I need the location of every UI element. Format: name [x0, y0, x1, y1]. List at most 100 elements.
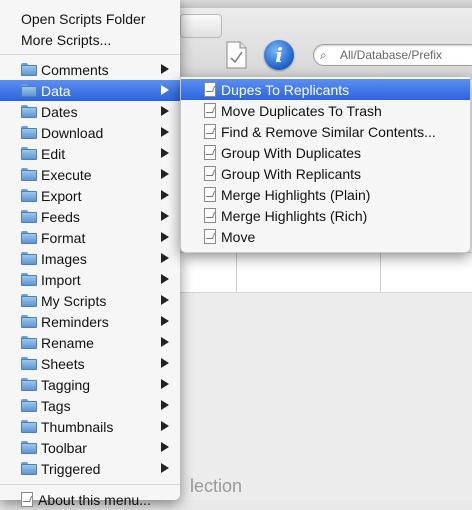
- column-divider: [380, 252, 381, 292]
- submenu-item-find-remove-similar-contents[interactable]: Find & Remove Similar Contents...: [181, 121, 470, 142]
- folder-icon: [21, 399, 37, 412]
- menu-item-rename[interactable]: Rename: [0, 332, 180, 353]
- menu-item-feeds[interactable]: Feeds: [0, 206, 180, 227]
- submenu-arrow-icon: [161, 190, 169, 200]
- menu-item-label: Reminders: [41, 313, 109, 330]
- info-icon[interactable]: i: [264, 40, 294, 70]
- menu-item-label: Feeds: [41, 208, 80, 225]
- submenu-arrow-icon: [161, 148, 169, 158]
- menu-item-label: Tags: [41, 397, 71, 414]
- menu-item-label: Comments: [41, 61, 109, 78]
- menu-item-more-scripts[interactable]: More Scripts...: [0, 29, 180, 50]
- menu-item-tagging[interactable]: Tagging: [0, 374, 180, 395]
- submenu-arrow-icon: [161, 253, 169, 263]
- search-placeholder: All/Database/Prefix: [340, 48, 443, 62]
- menu-item-reminders[interactable]: Reminders: [0, 311, 180, 332]
- menu-item-label: Tagging: [41, 376, 91, 393]
- folder-icon: [21, 357, 37, 370]
- menu-item-toolbar[interactable]: Toolbar: [0, 437, 180, 458]
- menu-item-label: Thumbnails: [41, 418, 114, 435]
- menu-item-edit[interactable]: Edit: [0, 143, 180, 164]
- submenu-arrow-icon: [161, 169, 169, 179]
- menu-item-data[interactable]: Data: [0, 80, 180, 101]
- submenu-item-label: Merge Highlights (Plain): [221, 186, 371, 203]
- script-icon: [204, 187, 216, 202]
- submenu-item-label: Merge Highlights (Rich): [221, 207, 368, 224]
- script-icon: [204, 166, 216, 181]
- folder-icon: [21, 63, 37, 76]
- document-icon[interactable]: [223, 40, 249, 70]
- column-divider: [236, 252, 237, 292]
- menu-item-label: Triggered: [41, 460, 101, 477]
- menu-item-comments[interactable]: Comments: [0, 59, 180, 80]
- menu-item-triggered[interactable]: Triggered: [0, 458, 180, 479]
- folder-icon: [21, 315, 37, 328]
- submenu-arrow-icon: [161, 337, 169, 347]
- submenu-arrow-icon: [161, 421, 169, 431]
- submenu-item-group-with-duplicates[interactable]: Group With Duplicates: [181, 142, 470, 163]
- menu-item-execute[interactable]: Execute: [0, 164, 180, 185]
- folder-icon: [21, 168, 37, 181]
- menu-item-import[interactable]: Import: [0, 269, 180, 290]
- folder-icon: [21, 441, 37, 454]
- submenu-item-merge-highlights-plain[interactable]: Merge Highlights (Plain): [181, 184, 470, 205]
- menu-item-label: Rename: [41, 334, 94, 351]
- submenu-arrow-icon: [161, 358, 169, 368]
- folder-icon: [21, 294, 37, 307]
- menu-item-dates[interactable]: Dates: [0, 101, 180, 122]
- menu-item-images[interactable]: Images: [0, 248, 180, 269]
- submenu-item-label: Find & Remove Similar Contents...: [221, 123, 436, 140]
- script-icon: [204, 229, 216, 244]
- folder-icon: [21, 252, 37, 265]
- folder-icon: [21, 336, 37, 349]
- menu-item-export[interactable]: Export: [0, 185, 180, 206]
- submenu-item-group-with-replicants[interactable]: Group With Replicants: [181, 163, 470, 184]
- submenu-item-label: Group With Duplicates: [221, 144, 362, 161]
- submenu-arrow-icon: [161, 400, 169, 410]
- submenu-item-dupes-to-replicants[interactable]: Dupes To Replicants: [181, 79, 470, 100]
- menu-item-label: Import: [41, 271, 81, 288]
- toolbar-button[interactable]: [180, 14, 222, 38]
- folder-icon: [21, 84, 37, 97]
- menu-item-label: Export: [41, 187, 82, 204]
- menu-item-format[interactable]: Format: [0, 227, 180, 248]
- script-icon: [204, 208, 216, 223]
- menu-item-my-scripts[interactable]: My Scripts: [0, 290, 180, 311]
- preview-pane: [180, 293, 472, 500]
- menu-item-tags[interactable]: Tags: [0, 395, 180, 416]
- submenu-item-label: Group With Replicants: [221, 165, 362, 182]
- menu-item-sheets[interactable]: Sheets: [0, 353, 180, 374]
- script-icon: [204, 145, 216, 160]
- submenu-arrow-icon: [161, 442, 169, 452]
- script-icon: [204, 82, 216, 97]
- menu-item-download[interactable]: Download: [0, 122, 180, 143]
- menu-item-label: Format: [41, 229, 86, 246]
- submenu-item-label: Move Duplicates To Trash: [221, 102, 382, 119]
- menu-item-thumbnails[interactable]: Thumbnails: [0, 416, 180, 437]
- submenu-arrow-icon: [161, 127, 169, 137]
- menu-separator: [0, 484, 180, 485]
- submenu-item-move[interactable]: Move: [181, 226, 470, 247]
- folder-icon: [21, 420, 37, 433]
- menu-item-label: Toolbar: [41, 439, 87, 456]
- folder-icon: [21, 126, 37, 139]
- menu-item-label: Data: [41, 82, 71, 99]
- submenu-arrow-icon: [161, 379, 169, 389]
- folder-icon: [21, 147, 37, 160]
- scripts-menu: Open Scripts Folder More Scripts... Commen…: [0, 0, 180, 508]
- submenu-item-move-duplicates-to-trash[interactable]: Move Duplicates To Trash: [181, 100, 470, 121]
- menu-item-label: Download: [41, 124, 104, 141]
- no-selection-label: lection: [190, 476, 243, 496]
- submenu-item-label: Dupes To Replicants: [221, 81, 350, 98]
- menu-item-open-scripts-folder[interactable]: Open Scripts Folder: [0, 8, 180, 29]
- submenu-arrow-icon: [161, 211, 169, 221]
- menu-item-label: Sheets: [41, 355, 85, 372]
- menu-separator: [0, 54, 180, 55]
- submenu-item-merge-highlights-rich[interactable]: Merge Highlights (Rich): [181, 205, 470, 226]
- menu-item-label: Execute: [41, 166, 92, 183]
- submenu-arrow-icon: [161, 295, 169, 305]
- script-icon: [204, 103, 216, 118]
- submenu-arrow-icon: [161, 463, 169, 473]
- folder-icon: [21, 462, 37, 475]
- search-field[interactable]: ⌕ All/Database/Prefix: [313, 44, 472, 66]
